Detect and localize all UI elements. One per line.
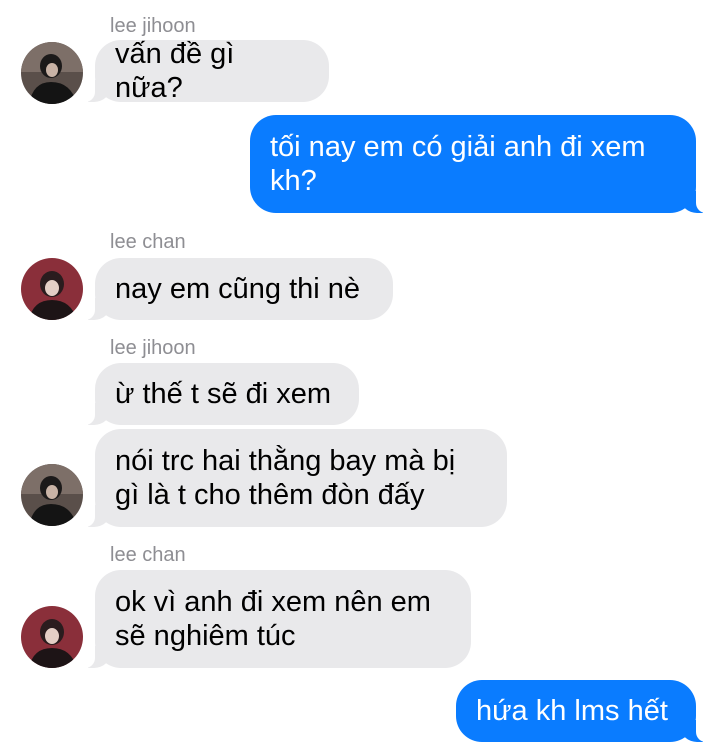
message-text-line2: kh?	[270, 165, 317, 197]
avatar-photo-icon	[21, 606, 83, 668]
message-bubble-incoming[interactable]: vấn đề gì nữa?	[82, 38, 329, 104]
message-text-line2: gì là t cho thêm đòn đấy	[115, 479, 425, 511]
message-text: nay em cũng thi nè	[115, 273, 361, 305]
message-text-line1: nói trc hai thằng bay mà bị	[115, 445, 456, 477]
sender-name-lee-chan: lee chan	[110, 544, 186, 566]
message-bubble-incoming[interactable]: nay em cũng thi nè	[82, 258, 393, 320]
message-text-line1: ok vì anh đi xem nên em	[115, 586, 431, 618]
avatar-photo-icon	[21, 42, 83, 104]
message-text-line1: tối nay em có giải anh đi xem	[270, 131, 646, 163]
message-bubble-incoming[interactable]: ok vì anh đi xem nên em sẽ nghiêm túc	[82, 570, 471, 668]
sender-name-lee-jihoon: lee jihoon	[110, 15, 196, 37]
message-bubble-incoming[interactable]: nói trc hai thằng bay mà bị gì là t cho …	[82, 429, 507, 527]
message-bubble-outgoing[interactable]: hứa kh lms hết	[456, 680, 709, 742]
message-bubble-outgoing[interactable]: tối nay em có giải anh đi xem kh?	[250, 115, 709, 213]
avatar-lee-chan[interactable]	[21, 258, 83, 320]
sender-name-lee-chan: lee chan	[110, 231, 186, 253]
avatar-photo-icon	[21, 464, 83, 526]
avatar-photo-icon	[21, 258, 83, 320]
sender-name-lee-jihoon: lee jihoon	[110, 337, 196, 359]
message-text: vấn đề gì nữa?	[115, 38, 235, 104]
avatar-lee-jihoon[interactable]	[21, 42, 83, 104]
avatar-lee-jihoon[interactable]	[21, 464, 83, 526]
message-bubble-incoming[interactable]: ừ thế t sẽ đi xem	[82, 363, 359, 425]
message-text: ừ thế t sẽ đi xem	[115, 378, 332, 410]
message-text-line2: sẽ nghiêm túc	[115, 620, 296, 652]
avatar-lee-chan[interactable]	[21, 606, 83, 668]
message-text: hứa kh lms hết	[476, 695, 668, 727]
